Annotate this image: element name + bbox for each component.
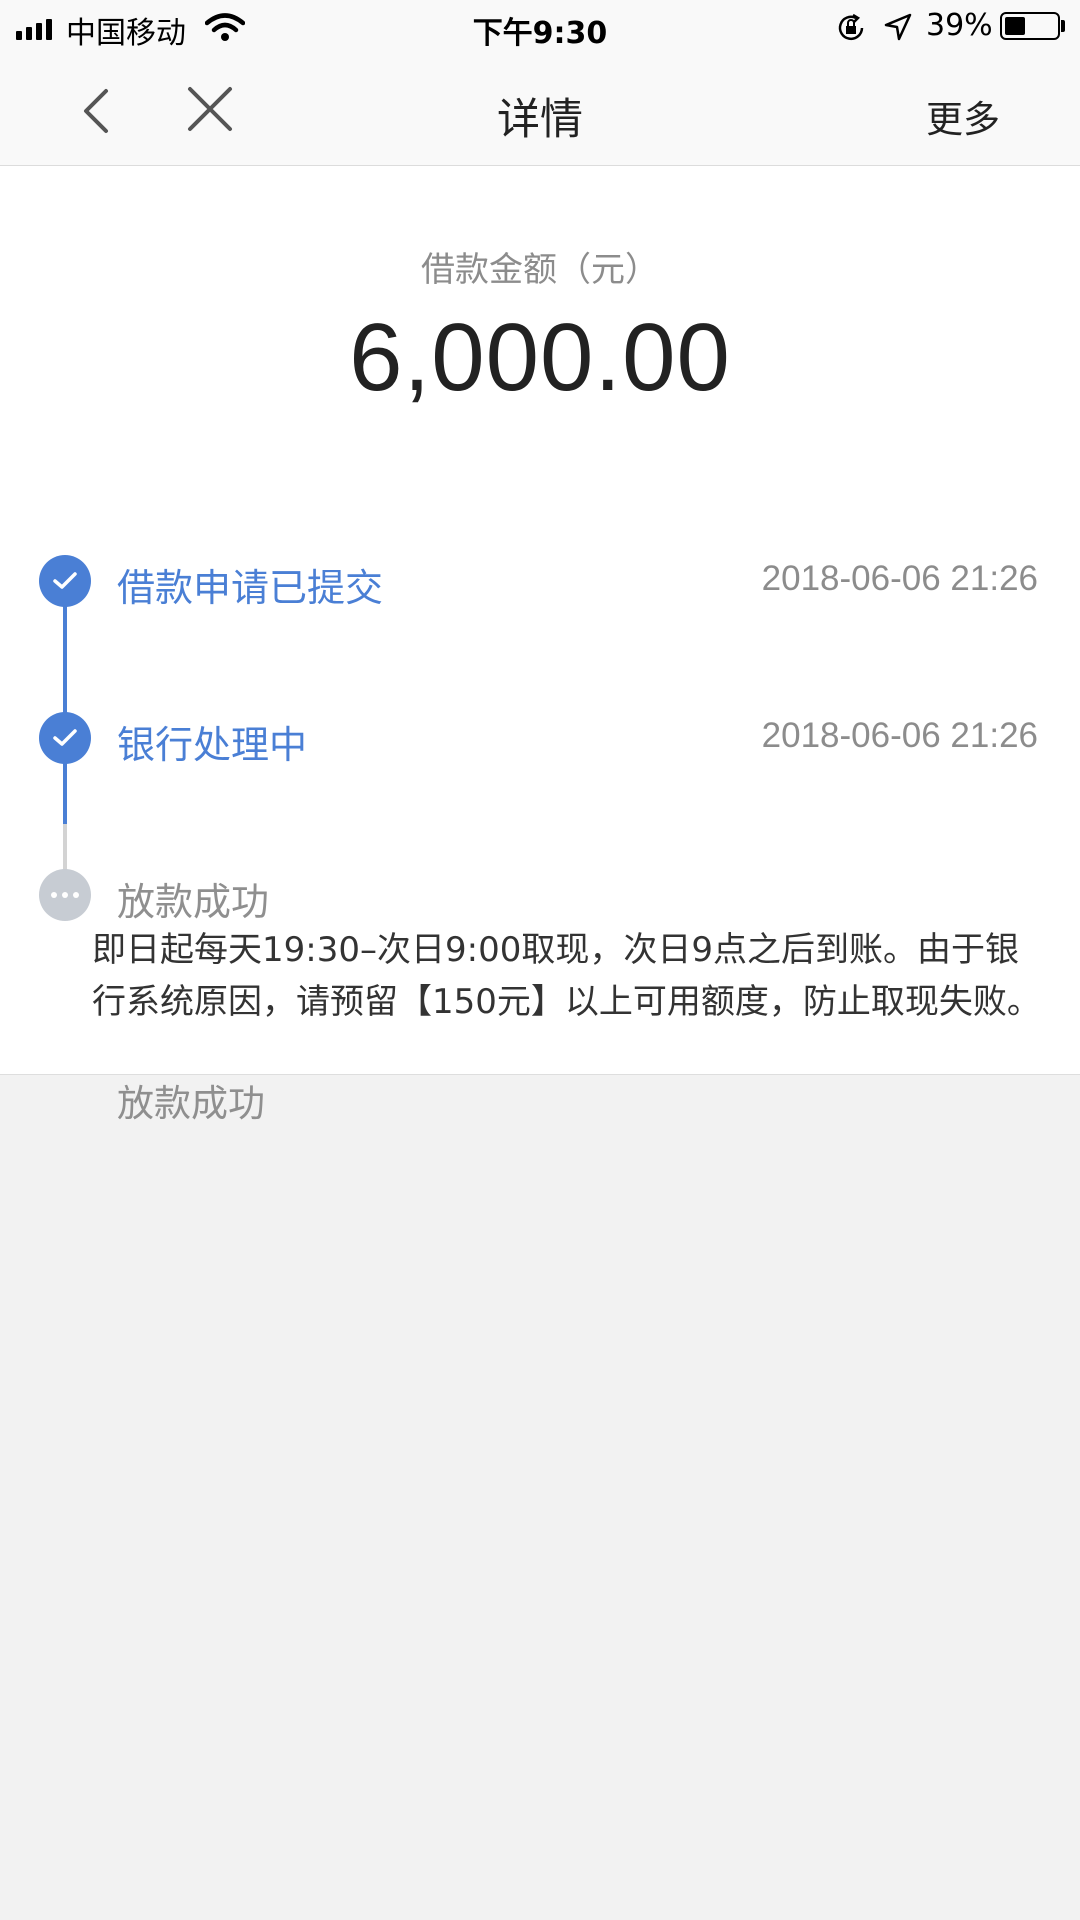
check-icon xyxy=(53,572,77,589)
withdrawal-notice: 即日起每天19:30–次日9:00取现，次日9点之后到账。由于银行系统原因，请预… xyxy=(92,930,1041,1022)
page-title: 详情 xyxy=(497,95,583,145)
timeline-step-done-marker xyxy=(39,555,91,607)
more-dots-icon xyxy=(51,892,79,898)
timeline-step-done-marker xyxy=(39,712,91,764)
more-button[interactable]: 更多 xyxy=(926,89,1000,143)
timeline-step-title: 借款申请已提交 xyxy=(117,566,384,610)
amount-value: 6,000.00 xyxy=(349,304,731,411)
amount-label: 借款金额（元） xyxy=(421,250,659,290)
timeline-step-title: 银行处理中 xyxy=(117,723,308,767)
timeline-connector xyxy=(63,580,67,824)
battery-level-fill xyxy=(1005,17,1025,35)
clock-time: 下午9:30 xyxy=(472,16,608,51)
loan-detail-card: 借款金额（元） 6,000.00 借款申请已提交 2018-06-06 21:2… xyxy=(0,166,1080,1075)
rotation-lock-icon xyxy=(838,13,864,41)
below-status-label: 放款成功 xyxy=(117,1082,265,1125)
battery-tip xyxy=(1061,20,1065,32)
timeline-step-pending-marker xyxy=(39,869,91,921)
location-icon xyxy=(884,13,912,41)
timeline-step-time: 2018-06-06 21:26 xyxy=(761,559,1038,598)
status-bar: 中国移动 下午9:30 39% xyxy=(0,0,1080,55)
nav-bar: 详情 更多 xyxy=(0,55,1080,166)
timeline-step-time: 2018-06-06 21:26 xyxy=(761,716,1038,755)
check-icon xyxy=(53,729,77,746)
battery-icon xyxy=(1000,12,1060,40)
timeline-step-title: 放款成功 xyxy=(117,880,270,924)
battery-percent: 39% xyxy=(926,8,993,43)
